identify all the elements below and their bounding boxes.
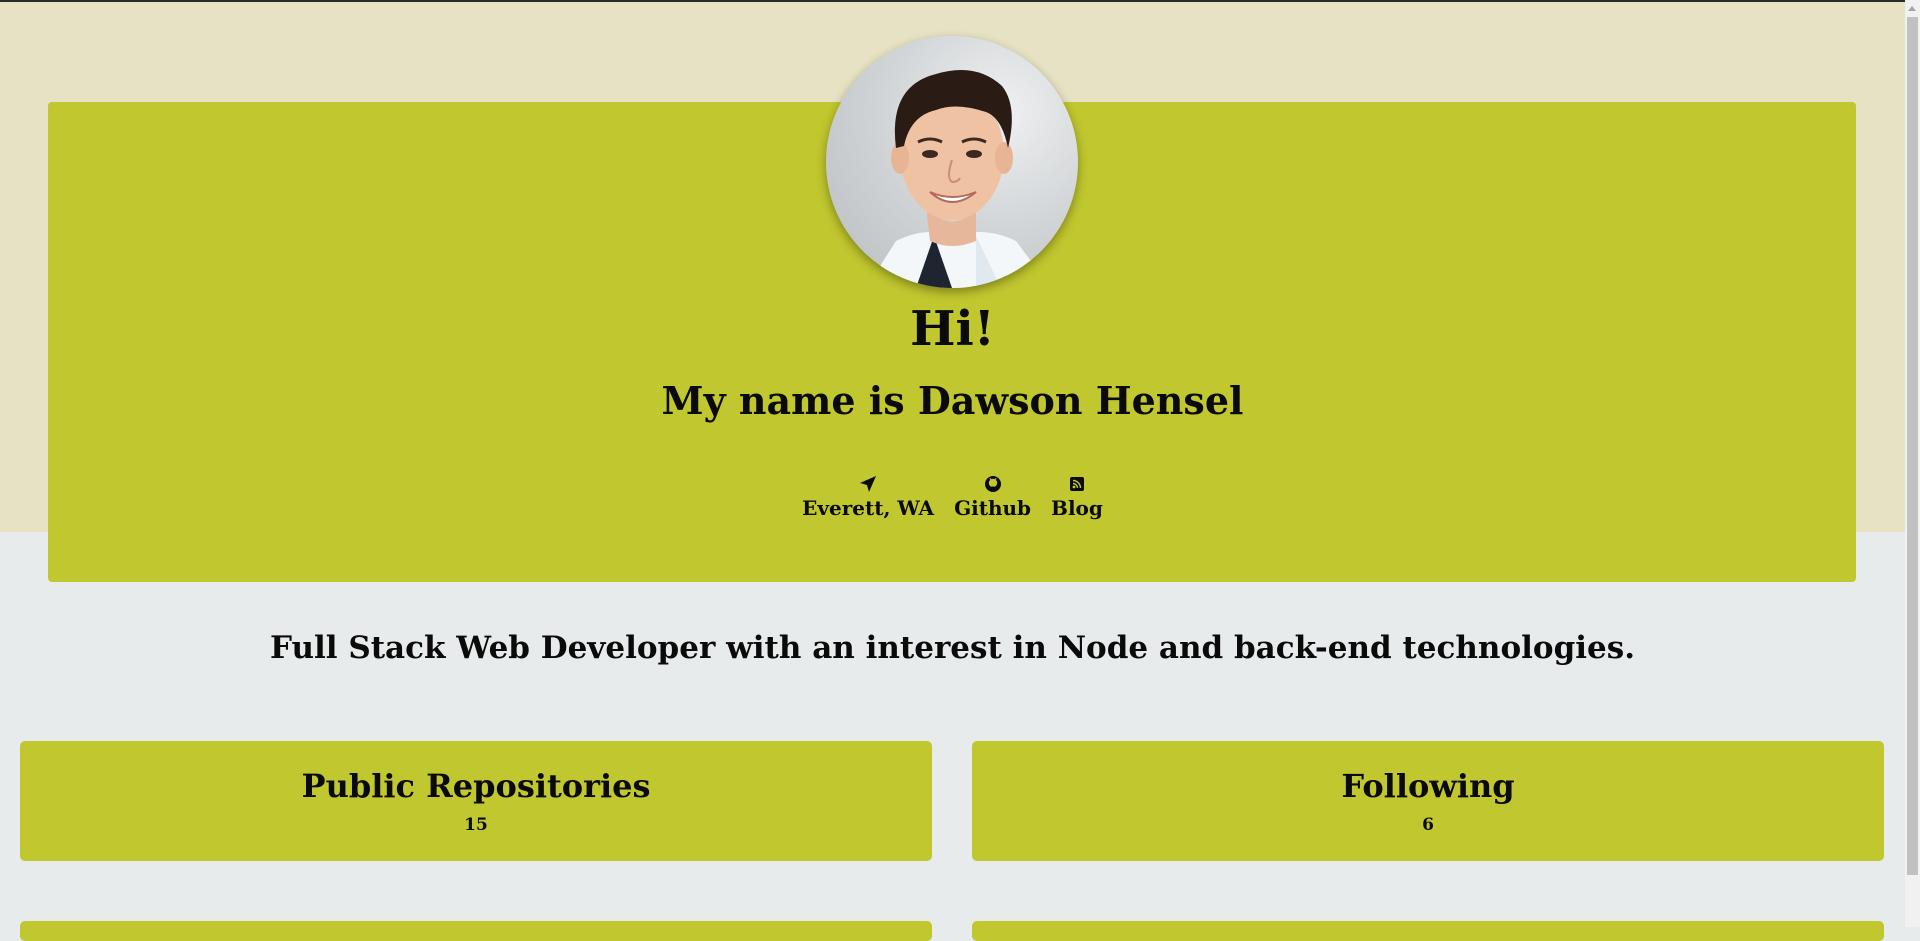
scroll-up-arrow-icon[interactable] (1905, 0, 1920, 17)
stat-card-public-repositories: Public Repositories 15 (20, 741, 932, 861)
blog-link[interactable]: Blog (1051, 474, 1103, 520)
name-heading: My name is Dawson Hensel (661, 378, 1244, 423)
stat-card-partial (972, 921, 1884, 941)
tagline: Full Stack Web Developer with an interes… (270, 630, 1635, 666)
blog-label: Blog (1051, 496, 1103, 520)
location-link[interactable]: Everett, WA (802, 474, 934, 520)
stat-value: 6 (1422, 815, 1434, 836)
rss-icon (1067, 474, 1087, 494)
github-link[interactable]: Github (954, 474, 1031, 520)
vertical-scrollbar[interactable] (1905, 0, 1920, 927)
location-label: Everett, WA (802, 496, 935, 520)
scrollbar-thumb[interactable] (1907, 17, 1918, 875)
stat-title: Following (1341, 767, 1515, 805)
stat-title: Public Repositories (301, 767, 651, 805)
location-arrow-icon (858, 474, 878, 494)
avatar (826, 36, 1078, 288)
github-icon (983, 474, 1003, 494)
stat-card-following: Following 6 (972, 741, 1884, 861)
avatar-portrait (866, 70, 1051, 288)
stat-card-partial (20, 921, 932, 941)
github-label: Github (954, 496, 1032, 520)
stat-value: 15 (464, 815, 488, 836)
profile-links: Everett, WA Github Blog (0, 474, 1905, 520)
greeting-heading: Hi! (910, 301, 995, 357)
